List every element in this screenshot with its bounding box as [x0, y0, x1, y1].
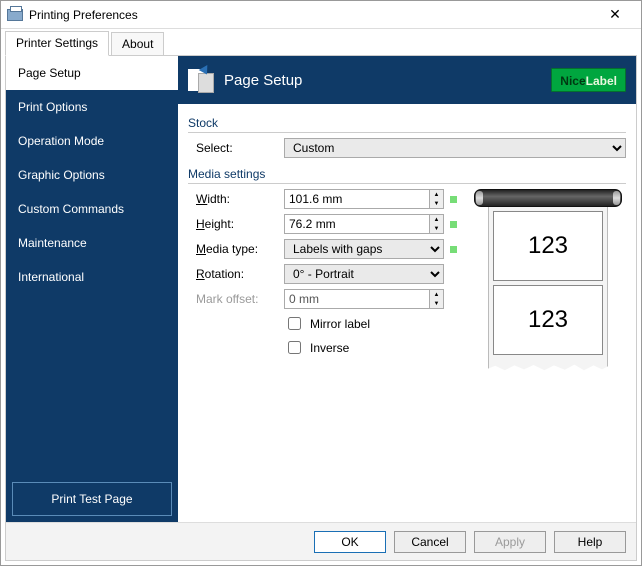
width-spinner[interactable]: ▲▼	[430, 189, 444, 209]
torn-edge	[488, 363, 608, 371]
inverse-label: Inverse	[310, 341, 349, 355]
main-panel: Page Setup NiceLabel Stock Select: Custo…	[178, 56, 636, 522]
ok-button[interactable]: OK	[314, 531, 386, 553]
mark-offset-label: Mark offset:	[188, 292, 278, 306]
printer-icon	[7, 9, 23, 21]
media-type-select[interactable]: Labels with gaps	[284, 239, 444, 259]
tab-about[interactable]: About	[111, 32, 164, 56]
select-label: Select:	[188, 141, 278, 155]
sidebar-item-international[interactable]: International	[6, 260, 178, 294]
media-type-label: Media type:	[188, 242, 278, 256]
window-title: Printing Preferences	[29, 8, 595, 22]
height-input[interactable]	[284, 214, 430, 234]
brand-badge: NiceLabel	[551, 68, 626, 92]
print-test-page-button[interactable]: Print Test Page	[12, 482, 172, 516]
page-header: Page Setup NiceLabel	[178, 56, 636, 104]
preview-label-2: 123	[493, 285, 603, 355]
mirror-label: Mirror label	[310, 317, 370, 331]
mirror-checkbox[interactable]	[288, 317, 301, 330]
sidebar-item-operation-mode[interactable]: Operation Mode	[6, 124, 178, 158]
page-setup-icon	[188, 65, 216, 95]
sidebar: Page Setup Print Options Operation Mode …	[6, 56, 178, 522]
label-preview: 123 123	[474, 189, 622, 371]
sidebar-item-maintenance[interactable]: Maintenance	[6, 226, 178, 260]
rotation-select[interactable]: 0° - Portrait	[284, 264, 444, 284]
cancel-button[interactable]: Cancel	[394, 531, 466, 553]
width-label: Width:	[188, 192, 278, 206]
sidebar-item-print-options[interactable]: Print Options	[6, 90, 178, 124]
tabstrip: Printer Settings About	[1, 29, 641, 55]
tab-panel: Page Setup Print Options Operation Mode …	[5, 55, 637, 561]
help-button[interactable]: Help	[554, 531, 626, 553]
inverse-checkbox[interactable]	[288, 341, 301, 354]
close-button[interactable]: ✕	[595, 3, 635, 27]
sidebar-item-graphic-options[interactable]: Graphic Options	[6, 158, 178, 192]
roller-graphic	[474, 189, 622, 207]
form: Stock Select: Custom Media settings Widt…	[178, 104, 636, 380]
apply-button: Apply	[474, 531, 546, 553]
width-input[interactable]	[284, 189, 430, 209]
preview-label-1: 123	[493, 211, 603, 281]
section-media: Media settings	[188, 167, 626, 184]
titlebar: Printing Preferences ✕	[1, 1, 641, 29]
rotation-label: Rotation:	[188, 267, 278, 281]
tab-printer-settings[interactable]: Printer Settings	[5, 31, 109, 56]
height-spinner[interactable]: ▲▼	[430, 214, 444, 234]
sidebar-item-page-setup[interactable]: Page Setup	[6, 56, 178, 90]
mark-offset-input	[284, 289, 430, 309]
page-title: Page Setup	[224, 72, 302, 89]
indicator-icon	[450, 221, 457, 228]
dialog-footer: OK Cancel Apply Help	[6, 522, 636, 560]
indicator-icon	[450, 196, 457, 203]
indicator-icon	[450, 246, 457, 253]
stock-select[interactable]: Custom	[284, 138, 626, 158]
height-label: Height:	[188, 217, 278, 231]
section-stock: Stock	[188, 116, 626, 133]
sidebar-item-custom-commands[interactable]: Custom Commands	[6, 192, 178, 226]
mark-offset-spinner: ▲▼	[430, 289, 444, 309]
